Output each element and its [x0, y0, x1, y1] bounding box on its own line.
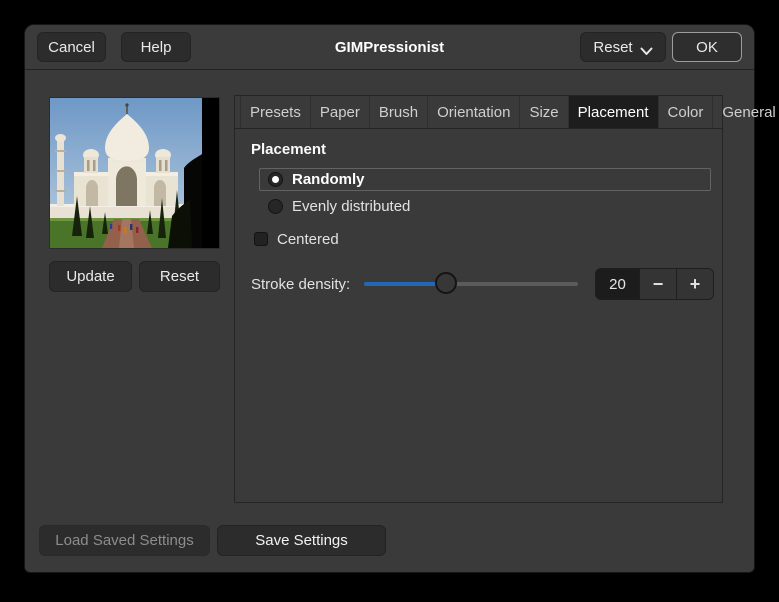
tab-brush[interactable]: Brush: [370, 96, 429, 128]
plus-icon[interactable]: +: [676, 269, 713, 299]
radio-option-evenly-distributed[interactable]: Evenly distributed: [268, 196, 410, 216]
tab-bar: Presets Paper Brush Orientation Size Pla…: [235, 96, 776, 129]
update-preview-button[interactable]: Update: [49, 261, 132, 292]
cancel-button-label: Cancel: [48, 38, 95, 56]
minus-icon[interactable]: −: [639, 269, 676, 299]
save-settings-label: Save Settings: [255, 532, 348, 549]
load-settings-label: Load Saved Settings: [55, 532, 194, 549]
stroke-density-spinbox: 20 − +: [595, 268, 714, 300]
tab-brush-label: Brush: [378, 103, 419, 121]
ok-button[interactable]: OK: [672, 32, 742, 62]
gimpressionist-dialog: GIMPressionist Cancel Help Reset OK Upda…: [25, 25, 776, 572]
chevron-down-icon: [640, 43, 653, 55]
radio-button-icon: [268, 198, 283, 214]
tab-presets[interactable]: Presets: [240, 96, 311, 128]
preview-reset-button-label: Reset: [159, 268, 200, 285]
stroke-density-slider[interactable]: [364, 268, 578, 300]
update-button-label: Update: [66, 268, 115, 285]
preview-frame: [50, 98, 219, 248]
tab-paper-label: Paper: [319, 103, 360, 121]
radio-option-randomly[interactable]: Randomly: [259, 168, 711, 191]
placement-heading: Placement: [251, 141, 327, 158]
tab-general-label: General: [722, 103, 776, 121]
help-button-label: Help: [140, 38, 172, 56]
centered-label: Centered: [277, 230, 339, 248]
stroke-density-label: Stroke density:: [251, 275, 351, 293]
tab-general[interactable]: General: [713, 96, 779, 128]
slider-fill: [364, 282, 447, 286]
centered-checkbox-row[interactable]: Centered: [254, 230, 339, 248]
cancel-button[interactable]: Cancel: [37, 32, 106, 62]
letterbox-strip: [202, 98, 219, 248]
dialog-header: GIMPressionist Cancel Help Reset OK: [25, 25, 754, 70]
reset-menu-label: Reset: [593, 38, 633, 56]
ok-button-label: OK: [696, 38, 718, 56]
help-button[interactable]: Help: [121, 32, 191, 62]
tab-size[interactable]: Size: [520, 96, 569, 128]
tab-presets-label: Presets: [250, 103, 301, 121]
radio-button-icon: [268, 172, 283, 187]
taj-mahal-photo: [50, 98, 202, 248]
tab-size-label: Size: [529, 103, 559, 121]
checkbox-icon: [254, 232, 268, 246]
tab-placement[interactable]: Placement: [568, 96, 659, 128]
tab-orientation-label: Orientation: [437, 103, 511, 121]
tab-paper[interactable]: Paper: [311, 96, 370, 128]
stroke-density-value[interactable]: 20: [596, 269, 639, 299]
settings-notebook: Presets Paper Brush Orientation Size Pla…: [234, 95, 776, 503]
reset-preview-button[interactable]: Reset: [139, 261, 220, 292]
tab-orientation[interactable]: Orientation: [428, 96, 521, 128]
tab-color-label: Color: [667, 103, 704, 121]
tab-color[interactable]: Color: [659, 96, 714, 128]
slider-handle[interactable]: [435, 272, 458, 294]
preview-image: [50, 98, 219, 248]
reset-menu-button[interactable]: Reset: [580, 32, 666, 62]
save-settings-button[interactable]: Save Settings: [217, 525, 386, 556]
radio-randomly-label: Randomly: [292, 171, 365, 188]
radio-evenly-label: Evenly distributed: [292, 197, 411, 215]
tab-placement-label: Placement: [577, 103, 649, 121]
load-saved-settings-button[interactable]: Load Saved Settings: [39, 525, 210, 556]
